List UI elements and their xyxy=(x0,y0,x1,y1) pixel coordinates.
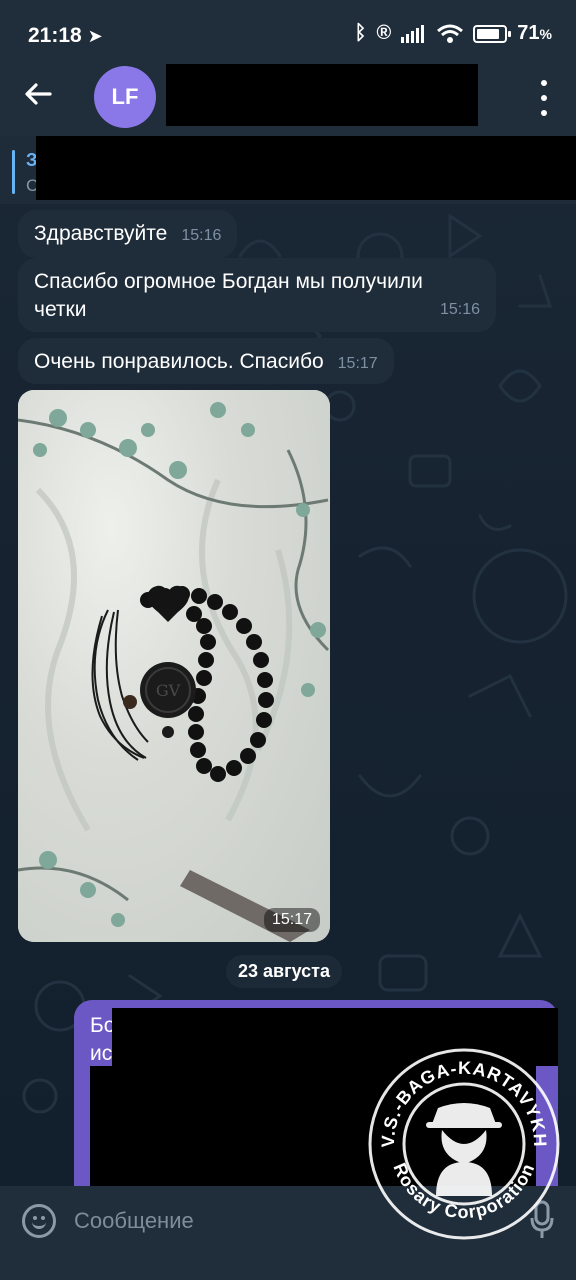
watermark-logo: V.S.-BAGA-KARTAVYKH Rosary Corporation xyxy=(368,1048,560,1240)
wifi-icon xyxy=(437,24,464,43)
date-divider: 23 августа xyxy=(226,955,342,988)
registered-icon: ® xyxy=(376,22,392,44)
battery-level: 71% xyxy=(517,22,552,44)
pinned-redaction xyxy=(36,136,576,200)
message-text: Очень понравилось. Спасибо xyxy=(34,350,324,373)
message-text: Здравствуйте xyxy=(34,222,168,245)
message-bubble[interactable]: Очень понравилось. Спасибо 15:17 xyxy=(18,338,394,384)
emoji-icon[interactable] xyxy=(22,1204,56,1238)
photo-time: 15:17 xyxy=(263,908,320,932)
status-time-text: 21:18 xyxy=(28,24,82,47)
battery-icon xyxy=(473,24,512,43)
message-time: 15:17 xyxy=(337,355,378,372)
outgoing-text-line2: ис xyxy=(90,1042,113,1065)
status-time: 21:18 ➤ xyxy=(28,24,103,48)
message-time: 15:16 xyxy=(181,227,222,244)
message-bubble[interactable]: Спасибо огромное Богдан мы получили четк… xyxy=(18,258,496,332)
contact-name-redacted[interactable] xyxy=(166,64,478,126)
pinned-message-bar[interactable]: З С xyxy=(0,136,576,204)
status-icons: ᛒ ® 71% xyxy=(355,22,552,45)
pendant-text: GV xyxy=(156,681,181,700)
pinned-accent-line xyxy=(12,150,15,194)
rosary-photo: GV xyxy=(18,402,330,942)
chat-header: LF xyxy=(0,60,576,136)
bluetooth-icon: ᛒ xyxy=(354,22,367,44)
telegram-send-icon: ➤ xyxy=(87,26,103,46)
message-text: Спасибо огромное Богдан мы получили четк… xyxy=(34,270,423,321)
more-options-icon[interactable] xyxy=(534,80,554,116)
detective-silhouette-icon xyxy=(426,1103,502,1196)
photo-message[interactable]: GV 15:17 xyxy=(18,390,330,942)
message-bubble[interactable]: Здравствуйте 15:16 xyxy=(18,210,238,258)
message-time: 15:16 xyxy=(439,301,480,318)
signal-icon xyxy=(401,24,425,43)
avatar[interactable]: LF xyxy=(94,66,156,128)
back-arrow-icon[interactable] xyxy=(22,78,58,114)
